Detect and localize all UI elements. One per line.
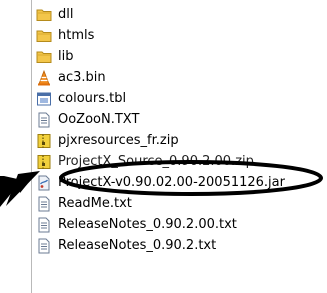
- list-item-releasenotes-0-90-2-txt[interactable]: ReleaseNotes_0.90.2.txt: [36, 235, 324, 256]
- folder-icon: [36, 7, 52, 23]
- item-label: lib: [58, 48, 74, 64]
- list-item-oozoon-txt[interactable]: OoZooN.TXT: [36, 109, 324, 130]
- item-label: ReadMe.txt: [58, 195, 132, 211]
- list-item-colours-tbl[interactable]: colours.tbl: [36, 88, 324, 109]
- item-label: ReleaseNotes_0.90.2.txt: [58, 237, 217, 253]
- zip-archive-icon: [36, 133, 52, 149]
- table-file-icon: [36, 91, 52, 107]
- zip-archive-icon: [36, 154, 52, 170]
- file-list: dll htmls lib ac3.bin colours.tbl OoZooN…: [36, 4, 324, 256]
- text-file-icon: [36, 112, 52, 128]
- pointer-arrow-icon: [0, 176, 34, 207]
- text-file-icon: [36, 217, 52, 233]
- list-item-dll[interactable]: dll: [36, 4, 324, 25]
- item-label: OoZooN.TXT: [58, 111, 140, 127]
- item-label: pjxresources_fr.zip: [58, 132, 179, 148]
- pointer-arrowhead: [6, 171, 40, 206]
- folder-icon: [36, 49, 52, 65]
- text-file-icon: [36, 238, 52, 254]
- item-label: ac3.bin: [58, 69, 106, 85]
- vlc-cone-icon: [36, 69, 52, 86]
- list-item-projectx-jar[interactable]: ProjectX-v0.90.02.00-20051126.jar: [36, 172, 324, 193]
- jar-file-icon: [36, 175, 52, 191]
- item-label: htmls: [58, 27, 95, 43]
- list-item-pjxresources-zip[interactable]: pjxresources_fr.zip: [36, 130, 324, 151]
- folder-icon: [36, 28, 52, 44]
- item-label: ReleaseNotes_0.90.2.00.txt: [58, 216, 237, 232]
- text-file-icon: [36, 196, 52, 212]
- item-label: dll: [58, 6, 74, 22]
- explorer-file-pane: dll htmls lib ac3.bin colours.tbl OoZooN…: [0, 0, 327, 293]
- item-label: colours.tbl: [58, 90, 127, 106]
- list-item-htmls[interactable]: htmls: [36, 25, 324, 46]
- list-item-releasenotes-0-90-2-00-txt[interactable]: ReleaseNotes_0.90.2.00.txt: [36, 214, 324, 235]
- list-item-ac3-bin[interactable]: ac3.bin: [36, 67, 324, 88]
- list-item-projectx-source-zip[interactable]: ProjectX_Source_0.90.2.00.zip: [36, 151, 324, 172]
- item-label: ProjectX_Source_0.90.2.00.zip: [58, 153, 254, 169]
- tree-divider: [31, 0, 32, 293]
- list-item-readme-txt[interactable]: ReadMe.txt: [36, 193, 324, 214]
- list-item-lib[interactable]: lib: [36, 46, 324, 67]
- item-label: ProjectX-v0.90.02.00-20051126.jar: [58, 174, 285, 190]
